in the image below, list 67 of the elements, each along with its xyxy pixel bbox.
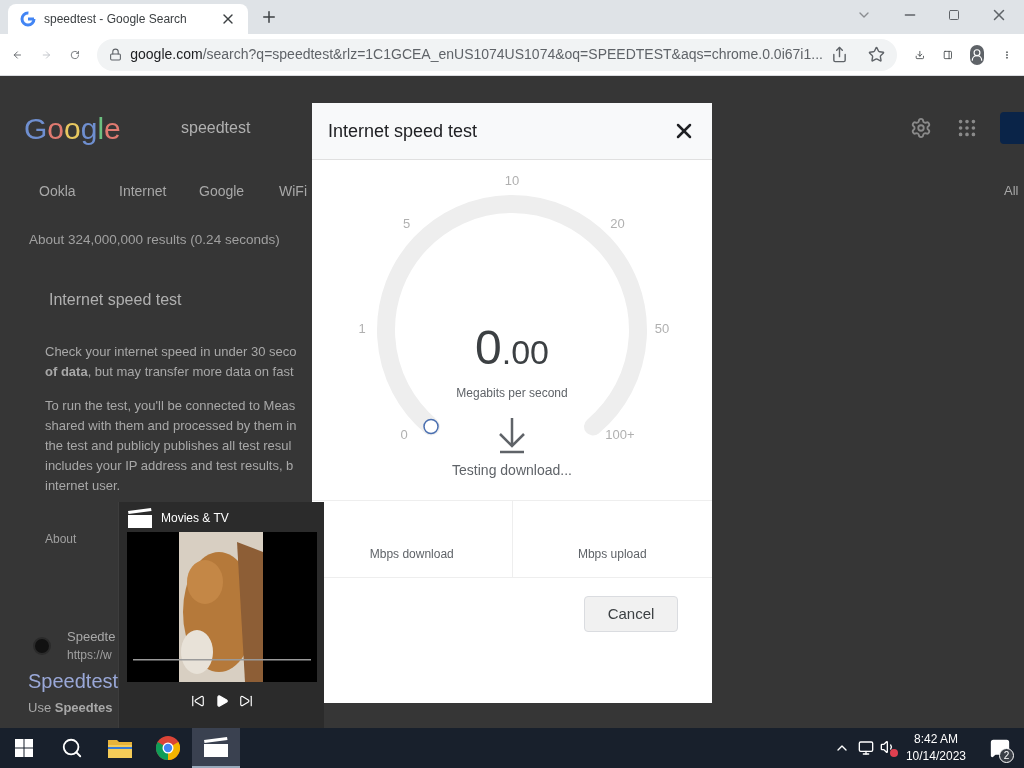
gauge-needle-dot: [423, 418, 439, 435]
speed-unit: Megabits per second: [456, 386, 568, 400]
cancel-button[interactable]: Cancel: [584, 596, 678, 632]
notification-button[interactable]: 2: [980, 728, 1020, 768]
dialog-title: Internet speed test: [328, 119, 479, 143]
share-icon[interactable]: [830, 46, 848, 63]
site-url: https://w: [67, 647, 112, 665]
thumbnail-title: Movies & TV: [161, 510, 229, 527]
gauge-tick-label: 50: [654, 321, 670, 337]
url-text: google.com/search?q=speedtest&rlz=1C1GCEA_enUS1074US1074&oq=SPEEDTEST&aqs=chrome.0.0i67i1...: [130, 45, 823, 64]
result-label: Mbps download: [369, 546, 454, 563]
profile-avatar[interactable]: [970, 44, 985, 65]
network-icon[interactable]: [857, 740, 874, 756]
gauge-tick-label: 0: [400, 427, 408, 443]
speed-reading: 0.00: [475, 321, 549, 374]
address-bar[interactable]: google.com/search?q=speedtest&rlz=1C1GCEA_enUS1074US1074&oq=SPEEDTEST&aqs=chrome.0.0i67i1...: [97, 38, 897, 71]
widget-title: Internet speed test: [49, 290, 182, 311]
muted-speaker-icon[interactable]: [879, 739, 898, 757]
play-icon[interactable]: [214, 694, 229, 708]
gauge-tick-label: 10: [504, 173, 520, 188]
gauge-tick-label: 100+: [605, 427, 635, 443]
windows-icon: [15, 739, 33, 757]
lock-icon: [109, 48, 123, 61]
test-status: Testing download...: [452, 462, 572, 478]
text-line: includes your IP address and test results, b: [45, 457, 294, 476]
restore-icon[interactable]: [948, 9, 960, 21]
google-logo: Google: [24, 110, 122, 147]
notification-count: 2: [999, 748, 1014, 763]
clapperboard-icon: [127, 507, 153, 529]
tab-title: speedtest - Google Search: [44, 11, 188, 28]
gauge-tick-label: 5: [402, 216, 411, 232]
text-line: of data, but may transfer more data on fast: [45, 363, 294, 382]
text-line: the test and publicly publishes all test resul: [45, 437, 292, 456]
previous-icon[interactable]: [190, 694, 205, 708]
site-favicon: [33, 637, 51, 656]
apps-grid-icon[interactable]: [956, 117, 978, 139]
site-name: Speedte: [67, 628, 116, 647]
result-label: Mbps upload: [577, 546, 647, 563]
gauge-tick-label: 20: [610, 216, 625, 232]
clock-time[interactable]: 8:42 AM: [913, 731, 958, 748]
google-g-icon: [20, 11, 36, 27]
search-icon: [61, 737, 83, 759]
text-line: internet user.: [45, 477, 121, 496]
text-line: shared with them and processed by them in: [45, 417, 297, 436]
text-line: To run the test, you'll be connected to Meas: [45, 397, 296, 416]
bookmark-star-icon[interactable]: [867, 46, 885, 63]
tools-label[interactable]: All: [1004, 181, 1024, 201]
text-line: Check your internet speed in under 30 seco: [45, 343, 297, 362]
download-arrow-icon: [498, 416, 526, 454]
next-icon[interactable]: [238, 694, 253, 708]
search-query[interactable]: speedtest: [181, 116, 251, 140]
about-link[interactable]: About: [45, 530, 77, 549]
filter-chip[interactable]: Google: [199, 180, 279, 202]
clock-date[interactable]: 10/14/2023: [905, 748, 966, 765]
result-title[interactable]: Speedtest: [28, 666, 119, 697]
result-stats: About 324,000,000 results (0.24 seconds): [29, 231, 280, 249]
clapperboard-icon: [203, 736, 229, 758]
result-snippet: Use Speedtes: [28, 699, 113, 718]
folder-icon: [108, 738, 132, 758]
chrome-icon: [156, 736, 180, 760]
taskbar-button[interactable]: [192, 728, 240, 768]
settings-icon[interactable]: [910, 117, 932, 139]
new-tab-icon[interactable]: [260, 8, 278, 26]
filter-chip[interactable]: Internet: [119, 180, 199, 202]
gauge-tick-label: 1: [358, 321, 366, 337]
browser-tab[interactable]: speedtest - Google Search: [8, 4, 248, 34]
filter-chip[interactable]: Ookla: [39, 180, 119, 202]
